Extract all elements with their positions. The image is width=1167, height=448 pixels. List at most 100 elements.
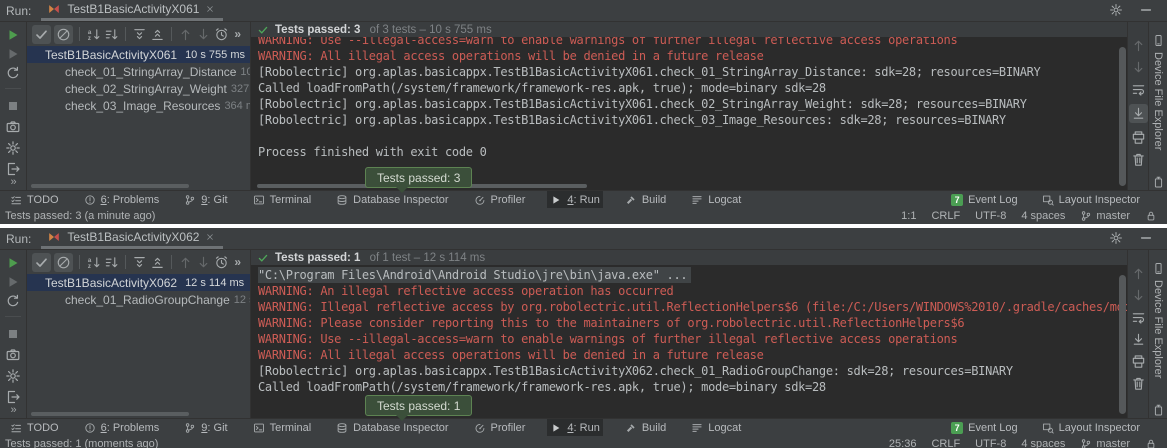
expand-all-icon[interactable] xyxy=(132,255,147,270)
show-passed-toggle[interactable] xyxy=(32,253,51,272)
sort-by-duration-icon[interactable] xyxy=(104,255,119,270)
tree-row-root[interactable]: TestB1BasicActivityX062 (org.aplas.t 12 … xyxy=(27,274,250,291)
git-branch-widget[interactable]: master xyxy=(1080,210,1130,222)
more-icon[interactable]: » xyxy=(234,255,245,269)
event-log-button[interactable]: 7Event Log xyxy=(948,191,1021,209)
statusbar-tab-git[interactable]: 9: Git xyxy=(181,419,230,437)
previous-occurrence-icon[interactable] xyxy=(178,27,193,42)
apply-changes-icon[interactable] xyxy=(5,140,21,156)
previous-occurrence-icon[interactable] xyxy=(178,255,193,270)
tool-stripe-device-file-explorer[interactable]: Device File Explorer xyxy=(1152,34,1165,150)
expand-all-icon[interactable] xyxy=(132,27,147,42)
tree-row-test[interactable]: check_03_Image_Resources 364 ms xyxy=(27,97,250,114)
layout-inspector-button[interactable]: Layout Inspector xyxy=(1039,191,1143,209)
test-history-icon[interactable] xyxy=(214,27,229,42)
scroll-to-end-toggle[interactable] xyxy=(1129,104,1148,123)
scroll-to-end-icon[interactable] xyxy=(1131,332,1146,347)
rerun-icon[interactable] xyxy=(5,27,21,43)
statusbar-tab-todo[interactable]: TODO xyxy=(7,419,62,437)
up-stacktrace-icon[interactable] xyxy=(1131,38,1146,53)
event-log-button[interactable]: 7Event Log xyxy=(948,419,1021,437)
minimize-icon[interactable] xyxy=(1139,231,1153,245)
lock-icon[interactable] xyxy=(1145,210,1157,222)
screen-capture-icon[interactable] xyxy=(5,347,21,363)
file-encoding[interactable]: UTF-8 xyxy=(975,438,1006,448)
tree-row-test[interactable]: check_02_StringArray_Weight 327 ms xyxy=(27,80,250,97)
stop-icon[interactable] xyxy=(5,326,21,342)
statusbar-tab-problems[interactable]: 6: Problems xyxy=(81,191,163,209)
console-vertical-scrollbar[interactable] xyxy=(1119,47,1126,186)
statusbar-tab-logcat[interactable]: Logcat xyxy=(688,419,744,437)
statusbar-tab-git[interactable]: 9: Git xyxy=(181,191,230,209)
clear-console-icon[interactable] xyxy=(1131,376,1146,391)
more-icon[interactable]: » xyxy=(0,404,27,416)
down-stacktrace-icon[interactable] xyxy=(1131,288,1146,303)
collapse-all-icon[interactable] xyxy=(150,27,165,42)
tool-stripe-device-file-explorer[interactable]: Device File Explorer xyxy=(1152,262,1165,378)
run-tab[interactable]: TestB1BasicActivityX061 xyxy=(41,0,223,21)
run-tab[interactable]: TestB1BasicActivityX062 xyxy=(41,228,223,249)
statusbar-tab-database-inspector[interactable]: Database Inspector xyxy=(333,419,451,437)
test-history-icon[interactable] xyxy=(214,255,229,270)
tree-row-root[interactable]: TestB1BasicActivityX061 (org.aplas.t 10 … xyxy=(27,46,250,63)
exit-icon[interactable] xyxy=(5,389,21,405)
show-ignored-toggle[interactable] xyxy=(54,253,73,272)
statusbar-tab-todo[interactable]: TODO xyxy=(7,191,62,209)
statusbar-tab-profiler[interactable]: Profiler xyxy=(471,191,529,209)
more-icon[interactable]: » xyxy=(234,27,245,41)
indent-setting[interactable]: 4 spaces xyxy=(1021,438,1065,448)
minimize-icon[interactable] xyxy=(1139,3,1153,17)
statusbar-tab-problems[interactable]: 6: Problems xyxy=(81,419,163,437)
file-encoding[interactable]: UTF-8 xyxy=(975,210,1006,222)
auto-test-icon[interactable] xyxy=(5,65,21,81)
statusbar-tab-logcat[interactable]: Logcat xyxy=(688,191,744,209)
statusbar-tab-run[interactable]: 4: Run xyxy=(547,419,602,437)
gear-icon[interactable] xyxy=(1109,3,1123,17)
soft-wrap-icon[interactable] xyxy=(1131,310,1146,325)
console-vertical-scrollbar[interactable] xyxy=(1119,275,1126,414)
more-icon[interactable]: » xyxy=(0,176,27,188)
statusbar-tab-build[interactable]: Build xyxy=(622,191,669,209)
rerun-icon[interactable] xyxy=(5,255,21,271)
auto-test-icon[interactable] xyxy=(5,293,21,309)
stop-icon[interactable] xyxy=(5,98,21,114)
collapse-all-icon[interactable] xyxy=(150,255,165,270)
line-separator[interactable]: CRLF xyxy=(931,210,960,222)
statusbar-tab-terminal[interactable]: Terminal xyxy=(250,191,315,209)
next-occurrence-icon[interactable] xyxy=(196,27,211,42)
up-stacktrace-icon[interactable] xyxy=(1131,266,1146,281)
print-icon[interactable] xyxy=(1131,130,1146,145)
tree-horizontal-scrollbar[interactable] xyxy=(31,412,189,416)
statusbar-tab-profiler[interactable]: Profiler xyxy=(471,419,529,437)
exit-icon[interactable] xyxy=(5,161,21,177)
rerun-failed-tests-icon[interactable] xyxy=(5,46,21,62)
sort-by-duration-icon[interactable] xyxy=(104,27,119,42)
show-ignored-toggle[interactable] xyxy=(54,25,73,44)
rerun-failed-tests-icon[interactable] xyxy=(5,274,21,290)
gear-icon[interactable] xyxy=(1109,231,1123,245)
indent-setting[interactable]: 4 spaces xyxy=(1021,210,1065,222)
statusbar-tab-terminal[interactable]: Terminal xyxy=(250,419,315,437)
caret-position[interactable]: 25:36 xyxy=(889,438,917,448)
statusbar-tab-build[interactable]: Build xyxy=(622,419,669,437)
tree-row-test[interactable]: check_01_StringArray_Distance 10 s 64 ms xyxy=(27,63,250,80)
screen-capture-icon[interactable] xyxy=(5,119,21,135)
tree-horizontal-scrollbar[interactable] xyxy=(31,184,189,188)
apply-changes-icon[interactable] xyxy=(5,368,21,384)
git-branch-widget[interactable]: master xyxy=(1080,438,1130,448)
close-icon[interactable] xyxy=(205,4,215,14)
statusbar-tab-database-inspector[interactable]: Database Inspector xyxy=(333,191,451,209)
clear-console-icon[interactable] xyxy=(1131,152,1146,167)
statusbar-tab-run[interactable]: 4: Run xyxy=(547,191,602,209)
sort-alphabetically-icon[interactable] xyxy=(86,255,101,270)
show-passed-toggle[interactable] xyxy=(32,25,51,44)
sort-alphabetically-icon[interactable] xyxy=(86,27,101,42)
lock-icon[interactable] xyxy=(1145,438,1157,448)
caret-position[interactable]: 1:1 xyxy=(901,210,916,222)
soft-wrap-icon[interactable] xyxy=(1131,82,1146,97)
next-occurrence-icon[interactable] xyxy=(196,255,211,270)
line-separator[interactable]: CRLF xyxy=(931,438,960,448)
close-icon[interactable] xyxy=(205,232,215,242)
print-icon[interactable] xyxy=(1131,354,1146,369)
down-stacktrace-icon[interactable] xyxy=(1131,60,1146,75)
